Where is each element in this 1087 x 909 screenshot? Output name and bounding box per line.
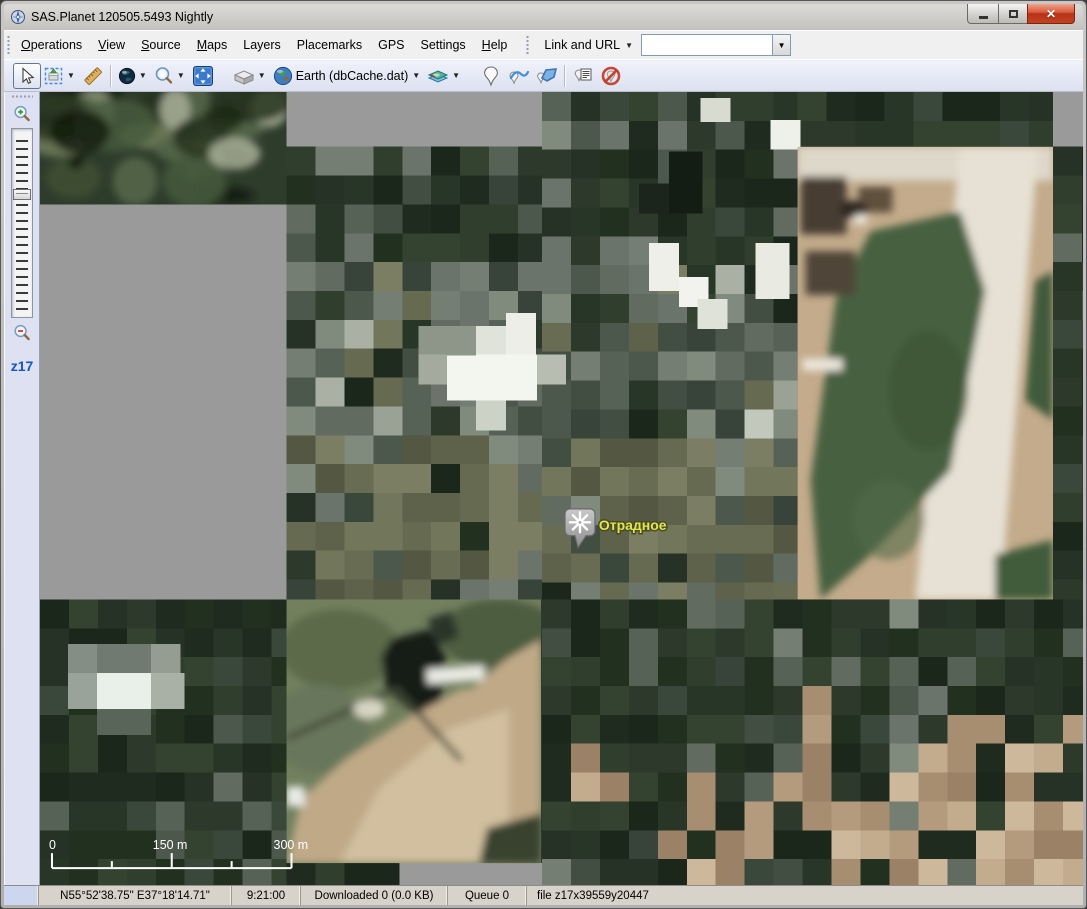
zoom-in-button[interactable] [11, 103, 33, 125]
map-canvas[interactable]: 0 150 m 300 m Отрадное [40, 92, 1083, 885]
status-downloaded: Downloaded 0 (0.0 KB) [301, 886, 448, 905]
map-source-button[interactable]: Earth (dbCache.dat) ▼ [270, 63, 424, 89]
layers-button[interactable]: ▼ [424, 63, 464, 89]
menu-items: OperationsViewSourceMapsLayersPlacemarks… [13, 31, 515, 59]
scalebar-start: 0 [49, 838, 56, 852]
minimize-button[interactable] [967, 4, 998, 24]
cache-box-icon [232, 66, 256, 86]
url-combobox[interactable]: ▼ [641, 34, 791, 56]
layers-icon [426, 66, 450, 86]
coordinates-source-button[interactable]: ▼ [115, 63, 151, 89]
zoom-in-icon [12, 104, 32, 124]
maximize-button[interactable] [998, 4, 1027, 24]
url-combobox-value[interactable] [642, 35, 772, 55]
pan-tool-button[interactable] [13, 63, 41, 89]
window-title: SAS.Planet 120505.5493 Nightly [31, 10, 213, 24]
chevron-down-icon[interactable]: ▼ [65, 71, 77, 80]
dark-globe-icon [117, 66, 137, 86]
scalebar-middle: 150 m [153, 838, 188, 852]
maximize-icon [1009, 10, 1018, 18]
placemark-pin-icon [482, 65, 500, 87]
zoom-sidebar: z17 [4, 92, 40, 885]
selection-rect-icon [43, 65, 65, 87]
status-queue: Queue 0 [448, 886, 527, 905]
zoom-slider[interactable] [11, 128, 33, 318]
cache-mode-button[interactable]: ▼ [230, 63, 270, 89]
status-time: 9:21:00 [232, 886, 301, 905]
minimize-icon [979, 16, 988, 19]
menu-gps[interactable]: GPS [370, 35, 412, 55]
close-button[interactable]: ✕ [1027, 4, 1075, 24]
chevron-down-icon[interactable]: ▼ [410, 71, 422, 80]
tool-bar: ▼ ▼ [4, 59, 1083, 92]
app-icon [10, 9, 26, 25]
menu-view[interactable]: View [90, 35, 133, 55]
add-path-button[interactable] [505, 63, 533, 89]
toolbar-separator [110, 65, 112, 87]
cursor-icon [17, 66, 37, 86]
status-bar: N55°52'38.75" E37°18'14.71" 9:21:00 Down… [4, 885, 1083, 905]
zoom-tool-button[interactable]: ▼ [151, 63, 189, 89]
selection-tool-button[interactable]: ▼ [41, 63, 79, 89]
placemark-manager-button[interactable] [569, 63, 597, 89]
add-placemark-button[interactable] [477, 63, 505, 89]
menu-source[interactable]: Source [133, 35, 189, 55]
chevron-down-icon[interactable]: ▼ [623, 41, 635, 50]
app-window: SAS.Planet 120505.5493 Nightly ✕ Operati… [0, 0, 1087, 909]
menu-settings[interactable]: Settings [413, 35, 474, 55]
magnifier-icon [153, 65, 175, 87]
placemark-list-icon [572, 65, 594, 87]
link-url-toolbar: Link and URL ▼ ▼ [538, 31, 791, 59]
zoom-out-button[interactable] [11, 322, 33, 344]
map-source-label[interactable]: Earth (dbCache.dat) [294, 69, 411, 83]
no-sign-icon [600, 65, 622, 87]
scalebar-end: 300 m [274, 838, 309, 852]
status-tile-file: file z17x39559y20447 [527, 886, 1083, 905]
title-bar[interactable]: SAS.Planet 120505.5493 Nightly ✕ [4, 4, 1083, 30]
ruler-icon [82, 65, 104, 87]
toolbar-separator [564, 65, 566, 87]
fullscreen-button[interactable] [189, 63, 217, 89]
status-corner-cell [4, 886, 39, 905]
path-pin-icon [507, 65, 531, 87]
toolbar-gripper[interactable] [6, 35, 11, 55]
zoom-out-icon [12, 323, 32, 343]
menu-operations[interactable]: Operations [13, 35, 90, 55]
chevron-down-icon[interactable]: ▼ [137, 71, 149, 80]
zoom-slider-handle[interactable] [13, 189, 31, 200]
combobox-dropdown-button[interactable]: ▼ [772, 35, 790, 55]
status-coordinates: N55°52'38.75" E37°18'14.71" [39, 886, 232, 905]
menu-maps[interactable]: Maps [189, 35, 236, 55]
fullscreen-icon [192, 65, 214, 87]
sidebar-gripper[interactable] [11, 94, 33, 99]
zoom-slider-ticks [16, 134, 28, 312]
close-icon: ✕ [1046, 8, 1056, 20]
map-viewport[interactable]: 0 150 m 300 m Отрадное [40, 92, 1083, 885]
ruler-tool-button[interactable] [79, 63, 107, 89]
menu-layers[interactable]: Layers [235, 35, 289, 55]
link-url-button[interactable]: Link and URL [538, 38, 623, 52]
add-polygon-button[interactable] [533, 63, 561, 89]
earth-globe-icon [272, 65, 294, 87]
chevron-down-icon[interactable]: ▼ [256, 71, 268, 80]
menu-bar: OperationsViewSourceMapsLayersPlacemarks… [4, 30, 1083, 59]
chevron-down-icon[interactable]: ▼ [450, 71, 462, 80]
menu-placemarks[interactable]: Placemarks [289, 35, 370, 55]
chevron-down-icon[interactable]: ▼ [175, 71, 187, 80]
zoom-level-label: z17 [11, 358, 34, 374]
polygon-pin-icon [535, 65, 559, 87]
menu-help[interactable]: Help [474, 35, 516, 55]
placemark-label: Отрадное [599, 517, 667, 533]
toolbar-gripper[interactable] [525, 35, 530, 55]
hide-placemarks-button[interactable] [597, 63, 625, 89]
